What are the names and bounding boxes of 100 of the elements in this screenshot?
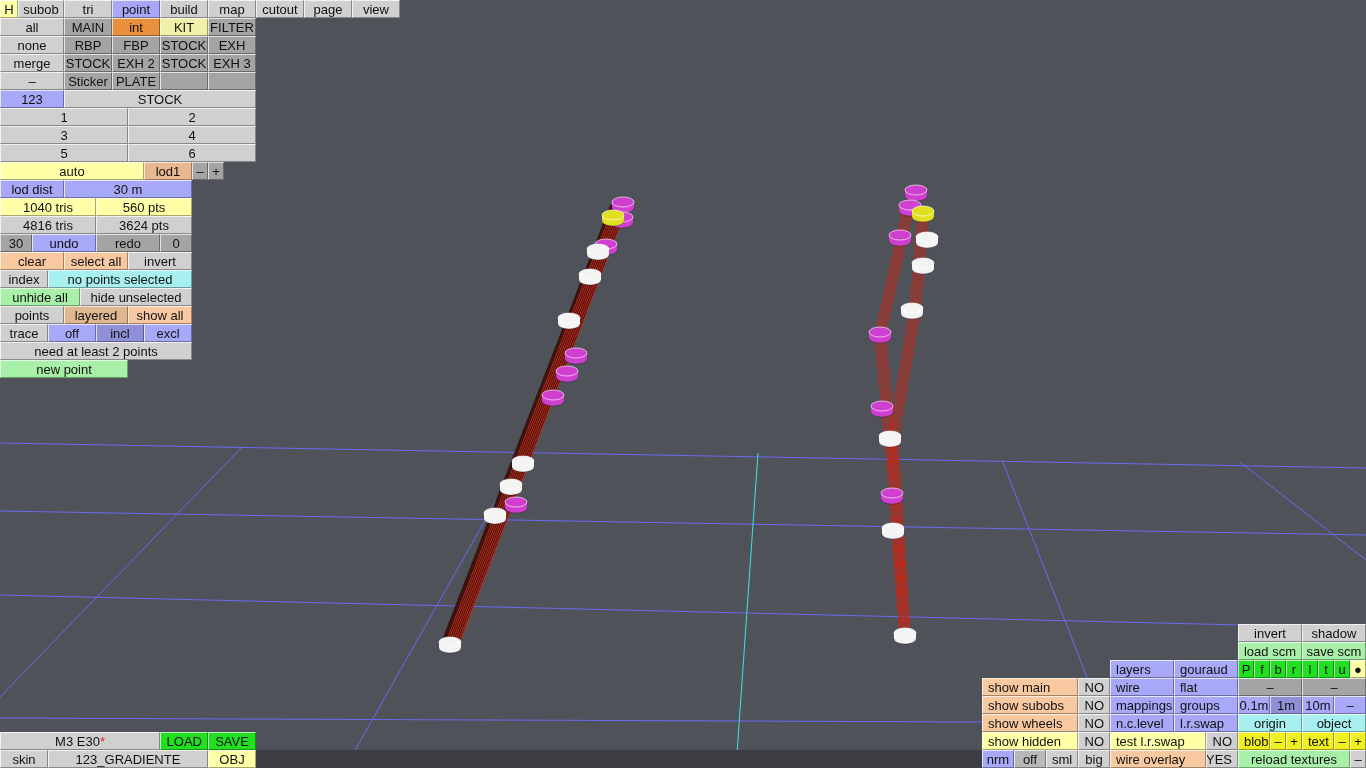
panel-button[interactable]: 4816 tris — [0, 216, 96, 234]
tab[interactable]: map — [208, 0, 256, 18]
panel-button[interactable]: none — [0, 36, 64, 54]
panel-button[interactable]: 0 — [160, 234, 192, 252]
panel-button[interactable]: merge — [0, 54, 64, 72]
panel-button[interactable]: off — [48, 324, 96, 342]
tab[interactable]: tri — [64, 0, 112, 18]
panel-button[interactable]: + — [208, 162, 224, 180]
panel-button[interactable]: NO — [1078, 732, 1110, 750]
panel-button[interactable]: u — [1334, 660, 1350, 678]
panel-button[interactable]: wire — [1110, 678, 1174, 696]
panel-button[interactable]: incl — [96, 324, 144, 342]
panel-button[interactable]: EXH 2 — [112, 54, 160, 72]
panel-button[interactable]: 1 — [0, 108, 128, 126]
panel-button[interactable]: b — [1270, 660, 1286, 678]
panel-button[interactable]: – — [1334, 732, 1350, 750]
panel-button[interactable]: 6 — [128, 144, 256, 162]
panel-button[interactable]: big — [1078, 750, 1110, 768]
panel-button[interactable]: undo — [32, 234, 96, 252]
panel-button[interactable]: 3 — [0, 126, 128, 144]
panel-button[interactable]: hide unselected — [80, 288, 192, 306]
panel-button[interactable]: 560 pts — [96, 198, 192, 216]
panel-button[interactable]: 123 — [0, 90, 64, 108]
panel-button[interactable]: MAIN — [64, 18, 112, 36]
panel-button[interactable]: blob — [1238, 732, 1270, 750]
panel-button[interactable]: f — [1254, 660, 1270, 678]
panel-button[interactable]: STOCK — [64, 90, 256, 108]
panel-button[interactable]: sml — [1046, 750, 1078, 768]
panel-button[interactable]: text — [1302, 732, 1334, 750]
panel-button[interactable]: + — [1286, 732, 1302, 750]
panel-button[interactable]: gouraud — [1174, 660, 1238, 678]
panel-button[interactable]: FBP — [112, 36, 160, 54]
panel-button[interactable]: SAVE — [208, 732, 256, 750]
panel-button[interactable]: excl — [144, 324, 192, 342]
panel-button[interactable]: index — [0, 270, 48, 288]
tab[interactable]: page — [304, 0, 352, 18]
panel-button[interactable]: trace — [0, 324, 48, 342]
blank-button[interactable] — [160, 72, 208, 90]
panel-button[interactable]: select all — [64, 252, 128, 270]
panel-button[interactable]: show hidden — [982, 732, 1078, 750]
panel-button[interactable]: redo — [96, 234, 160, 252]
panel-button[interactable]: new point — [0, 360, 128, 378]
panel-button[interactable]: layered — [64, 306, 128, 324]
panel-button[interactable]: l.r.swap — [1174, 714, 1238, 732]
help-button[interactable]: H — [0, 0, 18, 18]
panel-button[interactable]: EXH 3 — [208, 54, 256, 72]
panel-button[interactable]: skin — [0, 750, 48, 768]
panel-button[interactable]: Sticker — [64, 72, 112, 90]
panel-button[interactable]: 30 m — [64, 180, 192, 198]
panel-button[interactable]: 30 — [0, 234, 32, 252]
panel-button[interactable]: – — [192, 162, 208, 180]
tab[interactable]: build — [160, 0, 208, 18]
panel-button[interactable]: STOCK — [64, 54, 112, 72]
tab[interactable]: view — [352, 0, 400, 18]
panel-button[interactable]: lod1 — [144, 162, 192, 180]
panel-button[interactable]: show main — [982, 678, 1078, 696]
panel-button[interactable]: groups — [1174, 696, 1238, 714]
panel-button[interactable]: shadow — [1302, 624, 1366, 642]
panel-button[interactable]: – — [1334, 696, 1366, 714]
panel-button[interactable]: – — [1350, 750, 1366, 768]
panel-button[interactable]: show wheels — [982, 714, 1078, 732]
panel-button[interactable]: STOCK — [160, 36, 208, 54]
panel-button[interactable]: LOAD — [160, 732, 208, 750]
panel-button[interactable]: layers — [1110, 660, 1174, 678]
tab[interactable]: subob — [18, 0, 64, 18]
panel-button[interactable]: lod dist — [0, 180, 64, 198]
panel-button[interactable]: NO — [1078, 714, 1110, 732]
panel-button[interactable]: YES — [1206, 750, 1238, 768]
panel-button[interactable]: P — [1238, 660, 1254, 678]
panel-button[interactable]: reload textures — [1238, 750, 1350, 768]
panel-button[interactable]: EXH — [208, 36, 256, 54]
panel-button[interactable]: 2 — [128, 108, 256, 126]
panel-button[interactable]: no points selected — [48, 270, 192, 288]
panel-button[interactable]: 1040 tris — [0, 198, 96, 216]
panel-button[interactable]: 5 — [0, 144, 128, 162]
panel-button[interactable]: – — [1270, 732, 1286, 750]
panel-button[interactable]: nrm — [982, 750, 1014, 768]
panel-button[interactable]: mappings — [1110, 696, 1174, 714]
panel-button[interactable]: off — [1014, 750, 1046, 768]
panel-button[interactable]: KIT — [160, 18, 208, 36]
panel-button[interactable]: + — [1350, 732, 1366, 750]
panel-button[interactable]: clear — [0, 252, 64, 270]
panel-button[interactable]: NO — [1206, 732, 1238, 750]
panel-button[interactable]: object — [1302, 714, 1366, 732]
tab[interactable]: point — [112, 0, 160, 18]
panel-button[interactable]: load scm — [1238, 642, 1302, 660]
panel-button[interactable]: r — [1286, 660, 1302, 678]
panel-button[interactable]: save scm — [1302, 642, 1366, 660]
panel-button[interactable]: auto — [0, 162, 144, 180]
panel-button[interactable]: – — [1302, 678, 1366, 696]
panel-button[interactable]: NO — [1078, 678, 1110, 696]
panel-button[interactable]: ● — [1350, 660, 1366, 678]
panel-button[interactable]: wire overlay — [1110, 750, 1206, 768]
panel-button[interactable]: 123_GRADIENTE — [48, 750, 208, 768]
panel-button[interactable]: 4 — [128, 126, 256, 144]
panel-button[interactable]: 0.1m — [1238, 696, 1270, 714]
panel-button[interactable]: M3 E30* — [0, 732, 160, 750]
panel-button[interactable]: – — [0, 72, 64, 90]
panel-button[interactable]: 3624 pts — [96, 216, 192, 234]
panel-button[interactable]: need at least 2 points — [0, 342, 192, 360]
